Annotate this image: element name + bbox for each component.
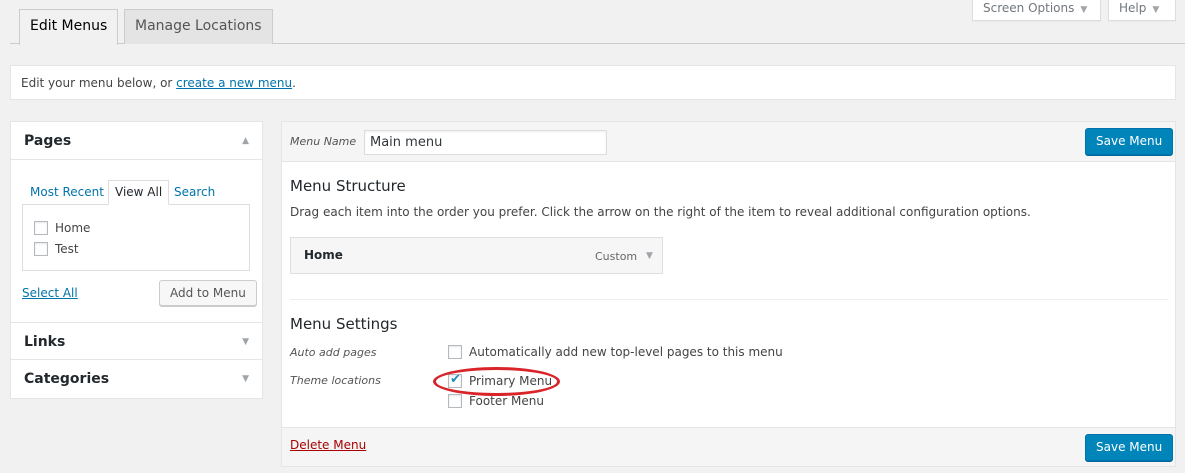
footer-menu-checkbox[interactable] bbox=[448, 394, 462, 408]
auto-add-label: Auto add pages bbox=[290, 346, 377, 359]
menu-structure-desc: Drag each item into the order you prefer… bbox=[290, 205, 1031, 219]
delete-menu-link[interactable]: Delete Menu bbox=[290, 438, 366, 452]
menu-name-label: Menu Name bbox=[290, 135, 357, 148]
page-checkbox-home[interactable] bbox=[34, 221, 48, 235]
menu-footer bbox=[281, 427, 1176, 467]
save-menu-button-bottom[interactable]: Save Menu bbox=[1085, 434, 1174, 461]
menu-item-title: Home bbox=[304, 248, 343, 262]
accordion-links[interactable]: Links ▼ bbox=[11, 322, 262, 360]
menu-edit-panel bbox=[281, 121, 1176, 467]
page-label-home: Home bbox=[55, 221, 91, 235]
tab-most-recent[interactable]: Most Recent bbox=[30, 181, 104, 203]
accordion-categories[interactable]: Categories ▼ bbox=[11, 360, 262, 398]
section-divider bbox=[290, 299, 1168, 300]
screen-options-button[interactable]: Screen Options ▼ bbox=[972, 0, 1101, 21]
add-to-menu-button[interactable]: Add to Menu bbox=[159, 280, 257, 306]
notice-end: . bbox=[292, 76, 296, 90]
page-checkbox-test[interactable] bbox=[34, 242, 48, 256]
tab-view-all[interactable]: View All bbox=[108, 180, 170, 205]
chevron-down-icon: ▼ bbox=[1152, 5, 1160, 15]
notice-text: Edit your menu below, or bbox=[21, 76, 177, 90]
save-menu-button-top[interactable]: Save Menu bbox=[1085, 128, 1174, 155]
theme-locations-label: Theme locations bbox=[290, 374, 381, 387]
notice-box: Edit your menu below, or create a new me… bbox=[10, 65, 1176, 100]
select-all-link[interactable]: Select All bbox=[22, 286, 78, 300]
accordion-pages[interactable]: Pages ▲ bbox=[11, 122, 262, 160]
screen-options-label: Screen Options bbox=[983, 1, 1075, 15]
menu-structure-title: Menu Structure bbox=[290, 177, 406, 195]
tab-edit-menus[interactable]: Edit Menus bbox=[19, 9, 119, 45]
auto-add-checkbox[interactable] bbox=[448, 345, 462, 359]
triangle-down-icon[interactable]: ▼ bbox=[242, 323, 249, 361]
triangle-down-icon[interactable]: ▼ bbox=[646, 251, 653, 261]
create-new-menu-link[interactable]: create a new menu bbox=[176, 76, 292, 90]
auto-add-text: Automatically add new top-level pages to… bbox=[469, 345, 783, 359]
annotation-ellipse bbox=[433, 367, 560, 396]
tab-manage-locations[interactable]: Manage Locations bbox=[124, 9, 273, 44]
help-label: Help bbox=[1119, 1, 1147, 15]
footer-menu-label: Footer Menu bbox=[469, 394, 544, 408]
accordion-categories-title: Categories bbox=[24, 371, 110, 387]
triangle-down-icon[interactable]: ▼ bbox=[242, 360, 249, 398]
menu-settings-title: Menu Settings bbox=[290, 315, 398, 333]
menu-name-input[interactable]: Main menu bbox=[364, 130, 607, 155]
pages-checklist bbox=[22, 204, 250, 271]
accordion-pages-title: Pages bbox=[24, 133, 72, 149]
chevron-down-icon: ▼ bbox=[1080, 5, 1088, 15]
triangle-up-icon[interactable]: ▲ bbox=[242, 122, 249, 160]
menu-item-type: Custom bbox=[595, 250, 638, 263]
help-button[interactable]: Help ▼ bbox=[1108, 0, 1176, 21]
accordion-links-title: Links bbox=[24, 334, 66, 350]
page-label-test: Test bbox=[55, 242, 79, 256]
tab-search[interactable]: Search bbox=[174, 181, 215, 203]
